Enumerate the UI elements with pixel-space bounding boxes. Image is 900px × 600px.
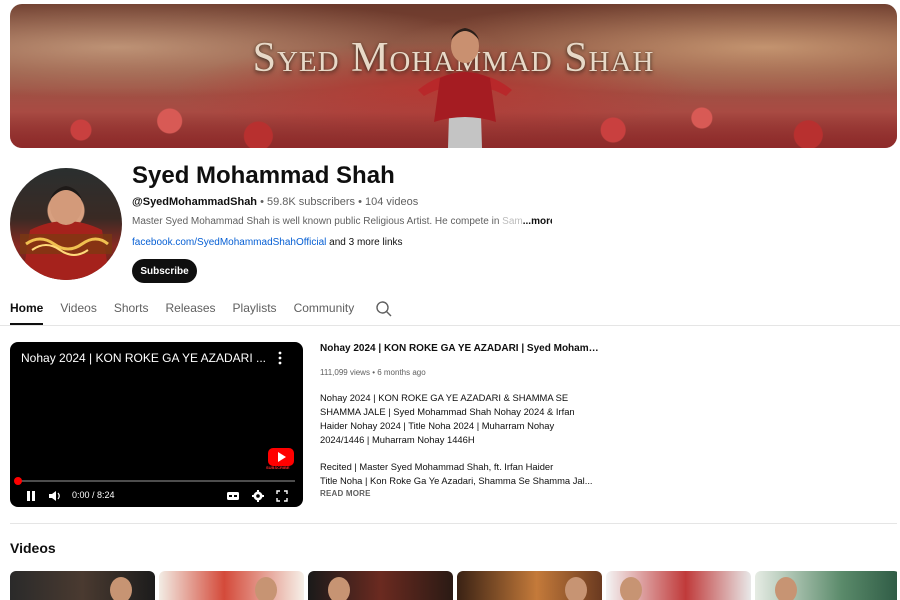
description-fade: Sam [502, 216, 523, 227]
facebook-link[interactable]: facebook.com/SyedMohammadShahOfficial [132, 237, 326, 248]
video-thumbnail[interactable] [755, 571, 897, 600]
videos-section-heading[interactable]: Videos [10, 540, 56, 556]
avatar-artwork [20, 186, 112, 280]
upload-age: 6 months ago [377, 368, 426, 377]
subscriber-count: 59.8K subscribers [267, 196, 356, 208]
meta-separator: • [355, 196, 366, 208]
meta-separator: • [257, 196, 267, 208]
video-count: 104 videos [365, 196, 419, 208]
channel-banner: Syed Mohammad Shah [10, 4, 897, 148]
progress-scrubber[interactable] [14, 477, 22, 485]
subscribe-button[interactable]: Subscribe [132, 259, 197, 283]
more-link[interactable]: ...more [523, 216, 552, 227]
channel-tabs: Home Videos Shorts Releases Playlists Co… [10, 296, 393, 326]
recited-line: Recited | Master Syed Mohammad Shah, ft.… [320, 461, 554, 472]
channel-avatar[interactable] [10, 168, 122, 280]
channel-links: facebook.com/SyedMohammadShahOfficial an… [132, 237, 403, 248]
progress-bar[interactable] [18, 480, 295, 482]
youtube-logo-caption: SUBSCRIBE [266, 465, 290, 470]
description-text: Master Syed Mohammad Shah is well known … [132, 216, 503, 227]
featured-video-title[interactable]: Nohay 2024 | KON ROKE GA YE AZADARI | Sy… [320, 343, 600, 354]
captions-icon[interactable] [226, 490, 240, 502]
channel-description[interactable]: Master Syed Mohammad Shah is well known … [132, 216, 552, 227]
tab-playlists[interactable]: Playlists [233, 296, 277, 325]
fullscreen-icon[interactable] [276, 490, 288, 502]
tab-community[interactable]: Community [294, 296, 355, 325]
video-thumbnail[interactable] [10, 571, 155, 600]
videos-shelf [10, 571, 897, 600]
featured-video-credits: Recited | Master Syed Mohammad Shah, ft.… [320, 460, 600, 488]
channel-name: Syed Mohammad Shah [132, 162, 395, 189]
tab-releases[interactable]: Releases [166, 296, 216, 325]
search-icon[interactable] [375, 300, 393, 318]
featured-video-description: Nohay 2024 | KON ROKE GA YE AZADARI & SH… [320, 392, 575, 445]
video-thumbnail[interactable] [606, 571, 751, 600]
tab-videos[interactable]: Videos [60, 296, 96, 325]
time-display: 0:00 / 8:24 [72, 490, 115, 500]
kebab-menu-icon[interactable] [275, 351, 285, 365]
video-thumbnail[interactable] [159, 571, 304, 600]
featured-video-stats: 111,099 views • 6 months ago [320, 368, 426, 377]
player-title[interactable]: Nohay 2024 | KON ROKE GA YE AZADARI ... [21, 351, 266, 365]
volume-icon[interactable] [48, 490, 62, 502]
featured-video-player[interactable]: Nohay 2024 | KON ROKE GA YE AZADARI ... … [10, 342, 303, 507]
banner-artist-figure [418, 28, 512, 148]
more-links-link[interactable]: and 3 more links [326, 237, 402, 248]
title-noha-line: Title Noha | Kon Roke Ga Ye Azadari, Sha… [320, 475, 593, 486]
view-count: 111,099 views [320, 368, 370, 377]
channel-meta: @SyedMohammadShah • 59.8K subscribers • … [132, 196, 418, 208]
section-divider [10, 523, 897, 524]
video-thumbnail[interactable] [308, 571, 453, 600]
read-more-link[interactable]: READ MORE [320, 489, 371, 498]
channel-handle: @SyedMohammadShah [132, 196, 258, 208]
settings-icon[interactable] [252, 490, 264, 502]
tabs-divider [0, 325, 900, 326]
video-thumbnail[interactable] [457, 571, 602, 600]
tab-shorts[interactable]: Shorts [114, 296, 149, 325]
tab-home[interactable]: Home [10, 296, 44, 325]
pause-icon[interactable] [26, 490, 36, 502]
